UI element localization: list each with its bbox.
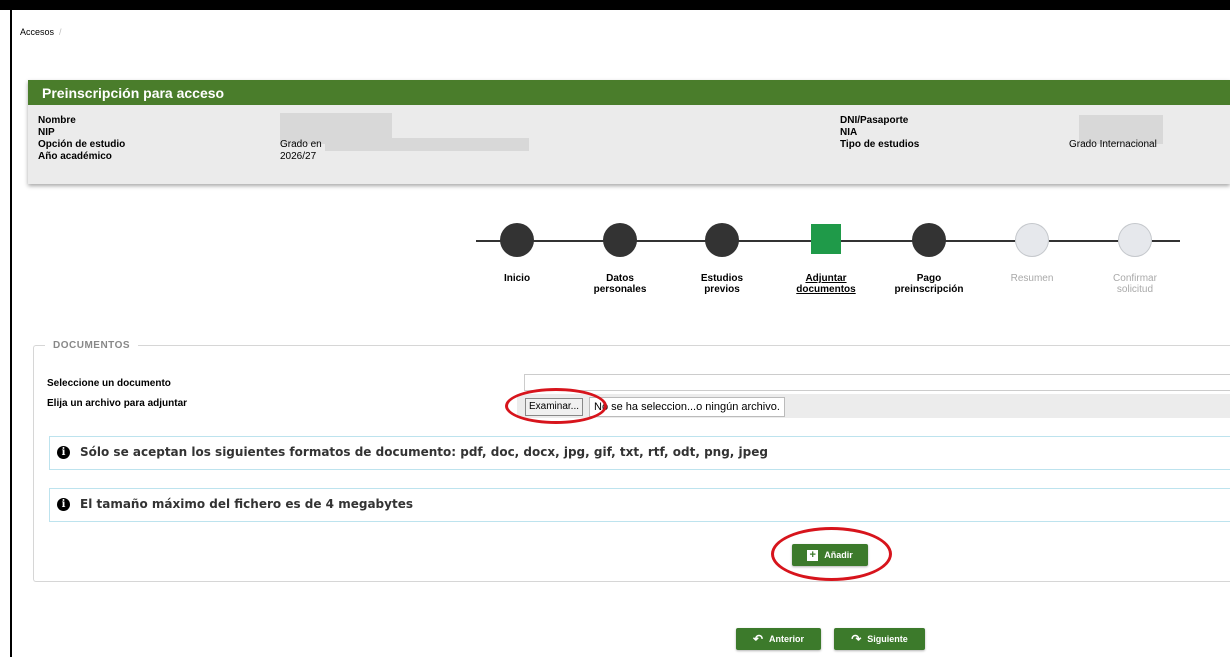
value-opcion-estudio: Grado en — [280, 139, 322, 150]
document-select[interactable] — [524, 374, 1230, 391]
redacted-degree-name — [325, 138, 529, 151]
breadcrumb-separator: / — [59, 27, 62, 37]
previous-button[interactable]: ↶ Anterior — [736, 628, 821, 650]
value-anio-academico: 2026/27 — [280, 151, 317, 162]
info-box-formats: i Sólo se aceptan los siguientes formato… — [49, 436, 1230, 470]
value-tipo-estudios: Grado Internacional — [1069, 139, 1157, 150]
step-confirmar-marker — [1118, 223, 1152, 257]
file-attach-label: Elija un archivo para adjuntar — [47, 398, 188, 409]
info-formats-text: Sólo se aceptan los siguientes formatos … — [80, 445, 768, 459]
page-title: Preinscripción para acceso — [42, 85, 225, 101]
undo-arrow-icon: ↶ — [752, 632, 764, 646]
redo-arrow-icon: ↷ — [851, 632, 862, 646]
step-label-estudios-previos[interactable]: Estudios previos — [667, 273, 777, 295]
info-icon: i — [57, 498, 70, 511]
step-adjuntar-documentos-marker[interactable] — [811, 224, 841, 254]
step-pago-marker[interactable] — [912, 223, 946, 257]
info-icon: i — [57, 446, 70, 459]
label-nombre: Nombre — [38, 115, 76, 126]
add-button-label: Añadir — [824, 550, 853, 560]
step-inicio-marker[interactable] — [500, 223, 534, 257]
step-datos-personales-marker[interactable] — [603, 223, 637, 257]
step-estudios-previos-marker[interactable] — [705, 223, 739, 257]
plus-icon: + — [807, 549, 819, 561]
label-anio-academico: Año académico — [38, 151, 112, 162]
step-label-inicio[interactable]: Inicio — [462, 273, 572, 284]
next-button[interactable]: ↷ Siguiente — [834, 628, 925, 650]
step-label-confirmar-solicitud: Confirmar solicitud — [1113, 273, 1157, 295]
step-label-pago-preinscripcion[interactable]: Pago preinscripción — [874, 273, 984, 295]
panel-header-bar: Preinscripción para acceso — [28, 80, 1230, 105]
label-dni: DNI/Pasaporte — [840, 115, 909, 126]
window-top-border — [0, 0, 1230, 10]
add-document-button[interactable]: + Añadir — [792, 544, 868, 566]
window-left-border — [10, 10, 12, 657]
applicant-summary-panel: Preinscripción para acceso Nombre NIP Op… — [28, 80, 1230, 184]
step-label-resumen: Resumen — [1010, 273, 1054, 284]
label-nia: NIA — [840, 127, 858, 138]
step-label-adjuntar-documentos[interactable]: Adjuntar documentos — [771, 273, 881, 295]
breadcrumb: Accesos / — [20, 27, 62, 37]
select-document-label: Seleccione un documento — [47, 378, 171, 389]
label-nip: NIP — [38, 127, 55, 138]
step-label-datos-personales[interactable]: Datos personales — [565, 273, 675, 295]
label-opcion-estudio: Opción de estudio — [38, 139, 126, 150]
info-size-text: El tamaño máximo del fichero es de 4 meg… — [80, 497, 413, 511]
browse-button[interactable]: Examinar... — [525, 398, 584, 416]
breadcrumb-item-accesos[interactable]: Accesos — [20, 27, 54, 37]
info-box-size: i El tamaño máximo del fichero es de 4 m… — [49, 488, 1230, 522]
step-resumen-marker — [1015, 223, 1049, 257]
label-tipo-estudios: Tipo de estudios — [840, 139, 920, 150]
documents-legend: DOCUMENTOS — [45, 340, 139, 351]
file-status-text: No se ha seleccion...o ningún archivo. — [589, 397, 785, 417]
previous-button-label: Anterior — [769, 634, 805, 644]
next-button-label: Siguiente — [867, 634, 908, 644]
